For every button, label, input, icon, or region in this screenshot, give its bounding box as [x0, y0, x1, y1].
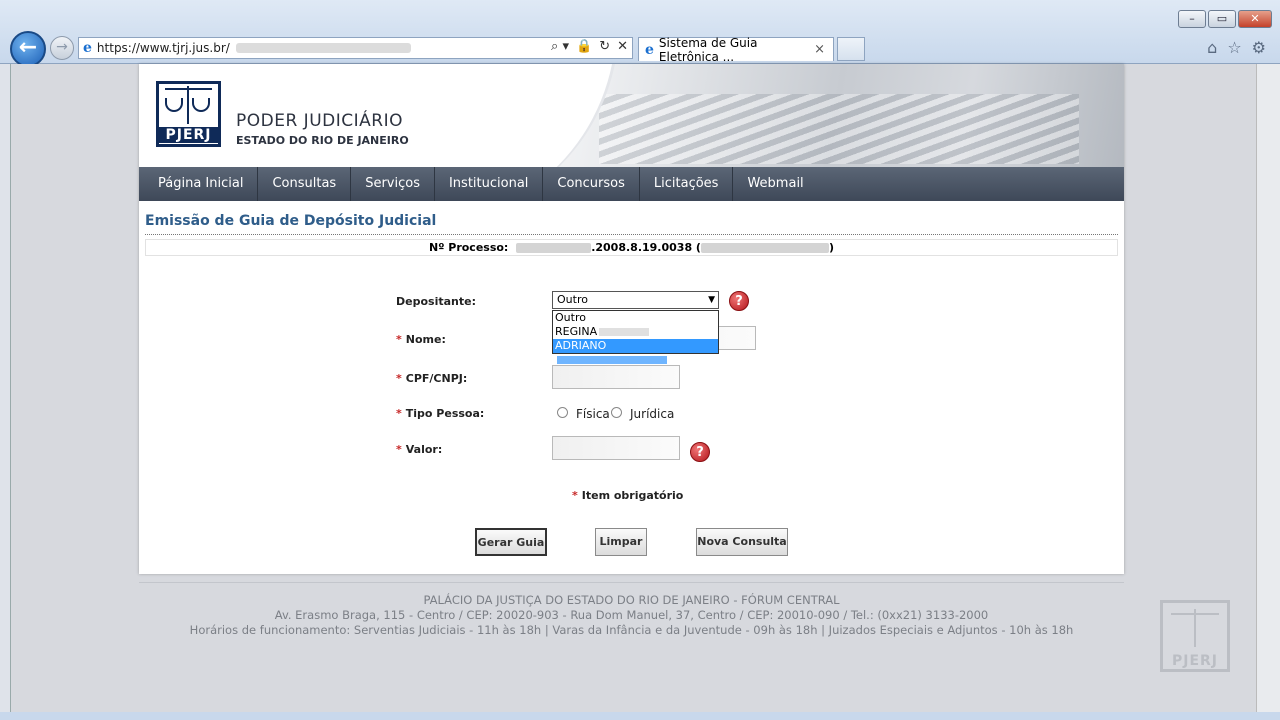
tab-close-icon[interactable]: × — [814, 42, 825, 57]
favorites-star-icon[interactable]: ☆ — [1227, 38, 1241, 57]
settings-gear-icon[interactable]: ⚙ — [1252, 38, 1266, 57]
title-divider — [145, 234, 1118, 235]
dropdown-option[interactable]: Outro — [553, 311, 718, 325]
close-window-button[interactable]: ✕ — [1238, 10, 1272, 28]
footer-line-1: PALÁCIO DA JUSTIÇA DO ESTADO DO RIO DE J… — [423, 593, 840, 607]
chevron-down-icon: ▼ — [708, 295, 715, 305]
forward-arrow-icon: → — [56, 39, 68, 55]
site-container: PJERJ PODER JUDICIÁRIO ESTADO DO RIO DE … — [139, 64, 1124, 574]
browser-toolbar-icons: ⌂ ☆ ⚙ — [1207, 38, 1266, 57]
radio-fisica[interactable] — [557, 407, 568, 418]
minimize-button[interactable]: – — [1178, 10, 1206, 28]
gerar-guia-button[interactable]: Gerar Guia — [475, 528, 547, 556]
footer-logo-text: PJERJ — [1171, 653, 1219, 669]
nav-concursos[interactable]: Concursos — [543, 167, 640, 201]
valor-label: * Valor: — [396, 443, 443, 456]
new-tab-button[interactable] — [837, 37, 865, 61]
footer-pjerj-logo: PJERJ — [1160, 600, 1230, 672]
redacted-text — [557, 356, 667, 364]
help-icon[interactable]: ? — [690, 442, 710, 462]
required-note: * Item obrigatório — [572, 489, 684, 502]
nome-label: * Nome: — [396, 333, 446, 346]
back-button[interactable]: ← — [10, 31, 46, 67]
tab-active[interactable]: e Sistema de Guia Eletrônica ... × — [638, 35, 834, 64]
processo-info: Nº Processo: .2008.8.19.0038 () — [145, 239, 1118, 256]
back-arrow-icon: ← — [18, 35, 38, 60]
cpf-cnpj-label: * CPF/CNPJ: — [396, 372, 468, 385]
home-icon[interactable]: ⌂ — [1207, 38, 1217, 57]
search-icon[interactable]: ⌕ ▾ — [551, 39, 569, 54]
status-bar — [0, 712, 1280, 720]
processo-close: ) — [828, 241, 834, 254]
forward-button[interactable]: → — [50, 36, 74, 60]
depositante-dropdown-list: Outro REGINA ADRIANO — [552, 310, 719, 364]
browser-chrome: – ▭ ✕ ← → e https://www.tjrj.jus.br/ ⌕ ▾… — [0, 0, 1280, 67]
tipo-pessoa-label: * Tipo Pessoa: — [396, 407, 485, 420]
nav-consultas[interactable]: Consultas — [258, 167, 352, 201]
depositante-selected: Outro — [557, 293, 588, 306]
redacted-text — [516, 243, 592, 253]
cpf-cnpj-input[interactable] — [552, 365, 680, 389]
radio-fisica-label: Física — [576, 407, 610, 421]
depositante-label: Depositante: — [396, 295, 476, 308]
nav-institucional[interactable]: Institucional — [435, 167, 544, 201]
radio-juridica-label: Jurídica — [630, 407, 675, 421]
site-banner: PJERJ PODER JUDICIÁRIO ESTADO DO RIO DE … — [139, 64, 1124, 167]
org-title: PODER JUDICIÁRIO — [236, 111, 403, 131]
address-tools: ⌕ ▾ 🔒 ↻ ✕ — [551, 39, 628, 54]
url-text[interactable]: https://www.tjrj.jus.br/ — [97, 41, 230, 55]
logo-text: PJERJ — [159, 127, 218, 143]
url-redacted — [235, 43, 411, 53]
footer-divider — [139, 582, 1124, 583]
refresh-icon[interactable]: ↻ — [599, 39, 610, 54]
page-title: Emissão de Guia de Depósito Judicial — [145, 213, 437, 229]
address-bar[interactable]: e https://www.tjrj.jus.br/ ⌕ ▾ 🔒 ↻ ✕ — [78, 37, 633, 59]
dropdown-option[interactable]: REGINA — [553, 325, 718, 339]
radio-juridica[interactable] — [611, 407, 622, 418]
nav-pagina-inicial[interactable]: Página Inicial — [144, 167, 259, 201]
tab-title: Sistema de Guia Eletrônica ... — [658, 35, 758, 64]
footer-line-2: Av. Erasmo Braga, 115 - Centro / CEP: 20… — [274, 608, 989, 622]
maximize-button[interactable]: ▭ — [1208, 10, 1236, 28]
valor-input[interactable] — [552, 436, 680, 460]
nav-licitacoes[interactable]: Licitações — [640, 167, 734, 201]
banner-building-texture — [599, 94, 1079, 164]
window-controls: – ▭ ✕ — [1178, 10, 1272, 28]
help-icon[interactable]: ? — [729, 291, 749, 311]
main-nav: Página Inicial Consultas Serviços Instit… — [139, 167, 1124, 201]
pjerj-logo[interactable]: PJERJ — [156, 81, 221, 147]
org-subtitle: ESTADO DO RIO DE JANEIRO — [236, 134, 409, 147]
lock-icon[interactable]: 🔒 — [576, 39, 592, 54]
processo-number: .2008.8.19.0038 ( — [591, 241, 701, 254]
nav-webmail[interactable]: Webmail — [733, 167, 817, 201]
ie-icon: e — [83, 40, 92, 56]
scales-pole — [1194, 609, 1196, 647]
limpar-button[interactable]: Limpar — [595, 528, 647, 556]
dropdown-option-highlighted[interactable]: ADRIANO — [553, 339, 718, 364]
redacted-text — [700, 243, 829, 253]
processo-label: Nº Processo: — [429, 241, 509, 254]
depositante-select[interactable]: Outro ▼ — [552, 291, 719, 309]
vertical-scrollbar[interactable] — [1256, 64, 1280, 712]
ie-icon: e — [645, 41, 654, 58]
redacted-text — [599, 328, 650, 336]
footer-line-3: Horários de funcionamento: Serventias Ju… — [189, 623, 1074, 637]
scales-of-justice-icon — [165, 86, 212, 124]
nav-servicos[interactable]: Serviços — [351, 167, 435, 201]
stop-icon[interactable]: ✕ — [617, 39, 628, 54]
nova-consulta-button[interactable]: Nova Consulta — [696, 528, 788, 556]
